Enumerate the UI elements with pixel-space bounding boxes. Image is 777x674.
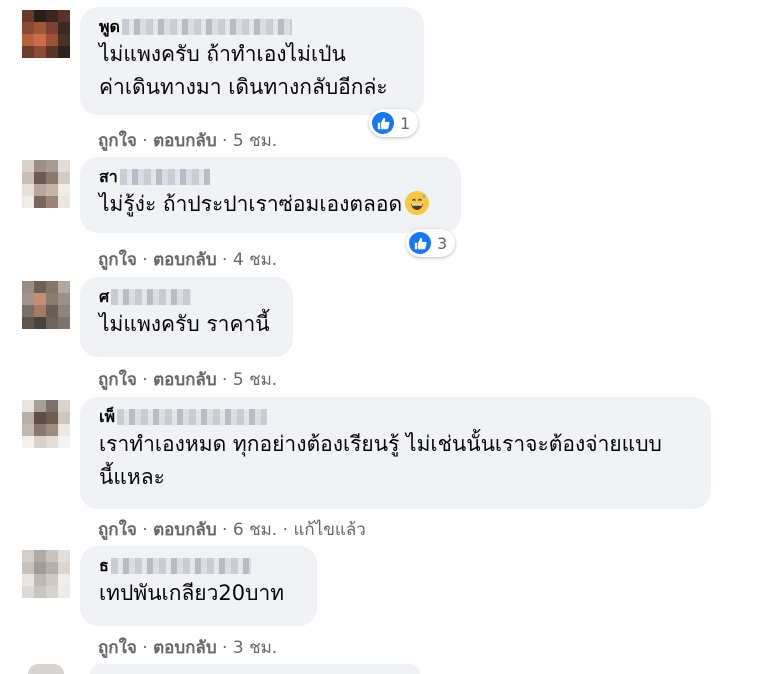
comment-text: เทปพันเกลียว20บาท	[99, 581, 285, 605]
avatar[interactable]	[22, 160, 70, 208]
separator: ·	[216, 638, 233, 658]
timestamp[interactable]: 5 ชม.	[233, 131, 277, 151]
reply-link[interactable]: ตอบกลับ	[153, 131, 217, 151]
like-link[interactable]: ถูกใจ	[98, 250, 137, 270]
avatar[interactable]	[22, 400, 70, 448]
comment-bubble: ธ เทปพันเกลียว20บาท	[80, 546, 317, 626]
comment-text: เราทำเองหมด ทุกอย่างต้องเรียนรู้ ไม่เช่น…	[99, 432, 662, 456]
reply-link[interactable]: ตอบกลับ	[153, 638, 217, 658]
reaction-count-badge[interactable]: 3	[406, 229, 456, 257]
timestamp[interactable]: 5 ชม.	[233, 370, 277, 390]
comment-author[interactable]: พูด	[99, 16, 410, 38]
next-comment-avatar[interactable]	[28, 664, 64, 674]
separator: ·	[216, 250, 233, 270]
comment-text: ไม่แพงครับ ราคานี้	[99, 312, 270, 336]
blurred-name	[121, 19, 292, 35]
next-comment-bubble	[90, 664, 420, 674]
comment-author[interactable]: ศ	[99, 286, 279, 308]
separator: ·	[136, 131, 154, 151]
comment-text: ค่าเดินทางมา เดินทางกลับอีกล่ะ	[99, 75, 388, 99]
comment-bubble: พูด ไม่แพงครับ ถ้าทำเองไม่เป่น ค่าเดินทา…	[80, 7, 424, 115]
reaction-count-badge[interactable]: 1	[369, 109, 419, 137]
timestamp[interactable]: 3 ชม.	[233, 638, 277, 658]
separator: ·	[136, 520, 154, 540]
comment-text: นี้แหละ	[99, 465, 165, 489]
comment-author[interactable]: เพ็	[99, 406, 697, 428]
blurred-name	[119, 169, 210, 185]
like-link[interactable]: ถูกใจ	[98, 638, 137, 658]
thumbs-up-icon	[409, 232, 431, 254]
reply-link[interactable]: ตอบกลับ	[153, 520, 217, 540]
separator: ·	[136, 250, 154, 270]
comment-text: ไม่รู้ง่ะ ถ้าประปาเราซ่อมเองตลอด	[99, 188, 447, 221]
separator: ·	[216, 131, 233, 151]
reaction-count: 1	[400, 113, 411, 133]
blurred-name	[111, 289, 192, 305]
comment-actions: ถูกใจ · ตอบกลับ · 5 ชม.	[98, 127, 277, 154]
thumbs-up-icon	[372, 112, 394, 134]
comment-bubble: เพ็ เราทำเองหมด ทุกอย่างต้องเรียนรู้ ไม่…	[80, 397, 711, 509]
comment-bubble: สา ไม่รู้ง่ะ ถ้าประปาเราซ่อมเองตลอด	[80, 157, 461, 233]
blurred-name	[110, 558, 251, 574]
comment-actions: ถูกใจ · ตอบกลับ · 4 ชม.	[98, 246, 277, 273]
comment-bubble: ศ ไม่แพงครับ ราคานี้	[80, 277, 293, 357]
separator: ·	[216, 370, 233, 390]
comment-author[interactable]: สา	[99, 166, 447, 188]
grinning-sweat-emoji-icon	[405, 191, 430, 215]
timestamp[interactable]: 4 ชม.	[233, 250, 277, 270]
avatar[interactable]	[22, 10, 70, 58]
comment-text: ไม่แพงครับ ถ้าทำเองไม่เป่น	[99, 42, 346, 66]
comment-actions: ถูกใจ · ตอบกลับ · 6 ชม. · แก้ไขแล้ว	[98, 516, 366, 543]
blurred-name	[117, 409, 268, 425]
comment-actions: ถูกใจ · ตอบกลับ · 3 ชม.	[98, 634, 277, 661]
separator: ·	[277, 520, 294, 540]
avatar[interactable]	[22, 281, 70, 329]
comment-actions: ถูกใจ · ตอบกลับ · 5 ชม.	[98, 366, 277, 393]
like-link[interactable]: ถูกใจ	[98, 370, 137, 390]
edited-label[interactable]: แก้ไขแล้ว	[293, 520, 365, 540]
comment-author[interactable]: ธ	[99, 555, 303, 577]
timestamp[interactable]: 6 ชม.	[233, 520, 277, 540]
separator: ·	[216, 520, 233, 540]
reaction-count: 3	[437, 233, 448, 253]
reply-link[interactable]: ตอบกลับ	[153, 370, 217, 390]
avatar[interactable]	[22, 550, 70, 598]
like-link[interactable]: ถูกใจ	[98, 131, 137, 151]
separator: ·	[136, 370, 154, 390]
like-link[interactable]: ถูกใจ	[98, 520, 137, 540]
reply-link[interactable]: ตอบกลับ	[153, 250, 217, 270]
separator: ·	[136, 638, 154, 658]
